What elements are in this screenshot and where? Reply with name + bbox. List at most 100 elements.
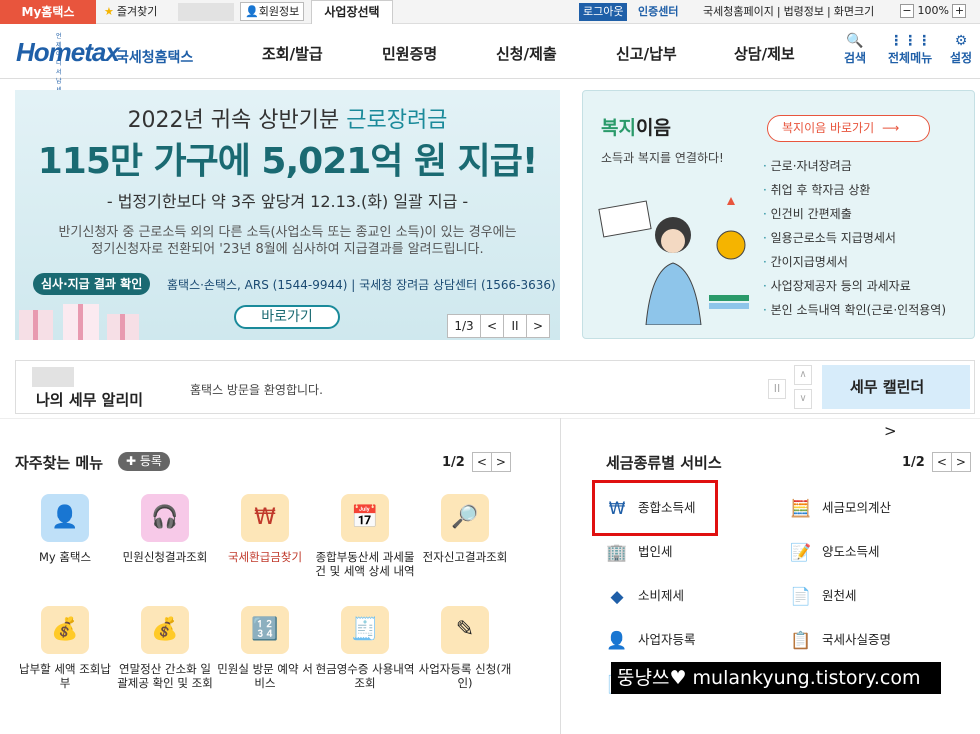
tax-prev-button[interactable]: < xyxy=(931,452,952,472)
banner-next-button[interactable]: > xyxy=(526,314,550,338)
search-icon: 🔍 xyxy=(846,33,864,49)
welfare-go-button[interactable]: 복지이음 바로가기 ⟶ xyxy=(767,115,930,142)
freq-item-label: 종합부동산세 과세물건 및 세액 상세 내역 xyxy=(315,550,415,578)
banner-tag: 심사·지급 결과 확인 xyxy=(33,273,151,295)
favorites-link[interactable]: ★ 즐겨찾기 xyxy=(104,4,157,20)
welfare-item[interactable]: 인건비 간편제출 xyxy=(763,202,946,226)
tax-item-biz-register[interactable]: 👤 사업자등록 xyxy=(604,628,696,652)
top-utility-bar: My홈택스 ★ 즐겨찾기 👤회원정보 사업장선택 로그아웃 인증센터 국세청홈페이… xyxy=(0,0,980,24)
main-banner[interactable]: 2022년 귀속 상반기분 근로장려금 115만 가구에 5,021억 원 지급… xyxy=(15,90,560,340)
welfare-item[interactable]: 본인 소득내역 확인(근로·인적용역) xyxy=(763,298,946,322)
search-doc-icon: 🔎 xyxy=(441,494,489,542)
freq-item-refund[interactable]: ₩ 국세환급금찾기 xyxy=(215,494,315,564)
tax-service-pager: 1/2 < > xyxy=(902,452,971,472)
business-select-tab[interactable]: 사업장선택 xyxy=(311,0,393,24)
certificate-icon: 📋 xyxy=(790,630,812,651)
banner-contact: 홈택스·손택스, ARS (1544-9944) | 국세청 장려금 상담센터 … xyxy=(167,278,556,292)
freq-item-cash-receipt[interactable]: 🧾 현금영수증 사용내역조회 xyxy=(315,606,415,690)
grid-icon: ⋮⋮⋮ xyxy=(889,33,932,49)
welfare-item[interactable]: 근로·자녀장려금 xyxy=(763,154,946,178)
welfare-item[interactable]: 간이지급명세서 xyxy=(763,250,946,274)
gear-icon: ⚙ xyxy=(954,33,968,49)
tax-next-button[interactable]: > xyxy=(950,452,971,472)
freq-item-label: 납부할 세액 조회납부 xyxy=(19,662,111,690)
tax-item-withholding[interactable]: 📄 원천세 xyxy=(788,584,857,608)
sal-doc-icon: 📄 xyxy=(790,586,812,607)
register-button[interactable]: ✚ 등록 xyxy=(118,452,170,471)
freq-item-label: My 홈택스 xyxy=(38,550,92,564)
tax-calendar-button[interactable]: 세무 캘린더 > xyxy=(822,365,970,440)
banner-go-button[interactable]: 바로가기 xyxy=(234,305,340,329)
gift-boxes-illustration xyxy=(19,304,139,340)
watermark: 뚱냥쓰♥ mulankyung.tistory.com xyxy=(611,662,941,694)
nav-inquiry[interactable]: 조회/발급 xyxy=(262,43,323,64)
welfare-item[interactable]: 취업 후 학자금 상환 xyxy=(763,178,946,202)
freq-item-biz-register[interactable]: ✎ 사업자등록 신청(개인) xyxy=(415,606,515,690)
receipt-icon: 🧾 xyxy=(341,606,389,654)
tax-item-consumption[interactable]: ◆ 소비제세 xyxy=(604,584,684,608)
banner-desc-line1: 반기신청자 중 근로소득 외의 다른 소득(사업소득 또는 종교인 소득)이 있… xyxy=(58,225,517,240)
banner-headline-accent: 근로장려금 xyxy=(346,108,448,133)
freq-item-label: 전자신고결과조회 xyxy=(422,550,508,564)
logout-button[interactable]: 로그아웃 xyxy=(579,3,628,21)
nav-certificate[interactable]: 민원증명 xyxy=(382,43,437,64)
calculator-icon: 🧮 xyxy=(790,498,812,519)
zoom-in-button[interactable]: + xyxy=(952,4,967,18)
tax-item-label: 원천세 xyxy=(822,588,857,603)
member-info-label: 회원정보 xyxy=(258,5,300,18)
all-menu-label: 전체메뉴 xyxy=(888,51,933,65)
freq-item-year-end[interactable]: 💰 연말정산 간소화 일괄제공 확인 및 조회 xyxy=(115,606,215,690)
user-name-redacted xyxy=(178,3,234,21)
banner-headline: 2022년 귀속 상반기분 근로장려금 xyxy=(15,102,560,134)
nts-homepage-link[interactable]: 국세청홈페이지 xyxy=(703,5,774,18)
freq-item-label: 사업자등록 신청(개인) xyxy=(418,662,512,690)
tax-service-title: 세금종류별 서비스 xyxy=(606,454,722,472)
cert-center-link[interactable]: 인증센터 xyxy=(638,4,678,20)
tax-item-corporate[interactable]: 🏢 법인세 xyxy=(604,540,672,564)
alarm-down-button[interactable]: ∨ xyxy=(794,389,812,409)
freq-item-property-tax[interactable]: 📅 종합부동산세 과세물건 및 세액 상세 내역 xyxy=(315,494,415,578)
alarm-up-button[interactable]: ∧ xyxy=(794,365,812,385)
nav-apply[interactable]: 신청/제출 xyxy=(496,43,557,64)
moneybag-icon: 💰 xyxy=(141,606,189,654)
banner-pause-button[interactable]: II xyxy=(503,314,527,338)
tax-item-transfer[interactable]: 📝 양도소득세 xyxy=(788,540,880,564)
nav-report-pay[interactable]: 신고/납부 xyxy=(616,43,677,64)
user-name-redacted xyxy=(32,367,74,387)
tax-item-label: 사업자등록 xyxy=(638,632,696,647)
banner-prev-button[interactable]: < xyxy=(480,314,504,338)
member-info-button[interactable]: 👤회원정보 xyxy=(240,2,305,21)
law-info-link[interactable]: 법령정보 xyxy=(784,5,824,18)
freq-item-civil-result[interactable]: 🎧 민원신청결과조회 xyxy=(115,494,215,564)
freq-prev-button[interactable]: < xyxy=(471,452,492,472)
search-label: 검색 xyxy=(844,51,867,65)
tax-item-label: 양도소득세 xyxy=(822,544,880,559)
moneybag-icon: 💰 xyxy=(41,606,89,654)
my-hometax-button[interactable]: My홈택스 xyxy=(0,0,96,24)
freq-item-tax-payment[interactable]: 💰 납부할 세액 조회납부 xyxy=(15,606,115,690)
alarm-pause-button[interactable]: II xyxy=(768,379,786,399)
nav-consult[interactable]: 상담/제보 xyxy=(734,43,795,64)
banner-headline-text: 2022년 귀속 상반기분 xyxy=(127,108,347,133)
welfare-item[interactable]: 일용근로소득 지급명세서 xyxy=(763,226,946,250)
banner-main-title: 115만 가구에 5,021억 원 지급! xyxy=(37,141,539,182)
settings-button[interactable]: ⚙ 설정 xyxy=(950,33,972,66)
tax-item-certificate[interactable]: 📋 국세사실증명 xyxy=(788,628,891,652)
tax-item-simulation[interactable]: 🧮 세금모의계산 xyxy=(788,496,891,520)
search-button[interactable]: 🔍 검색 xyxy=(844,33,866,66)
section-divider xyxy=(0,418,980,419)
refund-icon: ₩ xyxy=(241,494,289,542)
freq-item-visit-reservation[interactable]: 🔢 민원실 방문 예약 서비스 xyxy=(215,606,315,690)
banner-subtitle: - 법정기한보다 약 3주 앞당겨 12.13.(화) 일괄 지급 - xyxy=(106,192,469,211)
freq-next-button[interactable]: > xyxy=(490,452,511,472)
welfare-title: 복지이음 xyxy=(601,113,671,140)
welfare-item[interactable]: 사업장제공자 등의 과세자료 xyxy=(763,274,946,298)
freq-item-my-hometax[interactable]: 👤 My 홈택스 xyxy=(15,494,115,564)
settings-label: 설정 xyxy=(950,51,973,65)
all-menu-button[interactable]: ⋮⋮⋮ 전체메뉴 xyxy=(888,33,932,66)
tax-item-label: 국세사실증명 xyxy=(822,632,892,647)
zoom-out-button[interactable]: − xyxy=(900,4,914,18)
freq-item-label: 민원신청결과조회 xyxy=(122,550,208,564)
freq-item-e-report-result[interactable]: 🔎 전자신고결과조회 xyxy=(415,494,515,564)
freq-item-label: 국세환급금찾기 xyxy=(227,550,303,564)
